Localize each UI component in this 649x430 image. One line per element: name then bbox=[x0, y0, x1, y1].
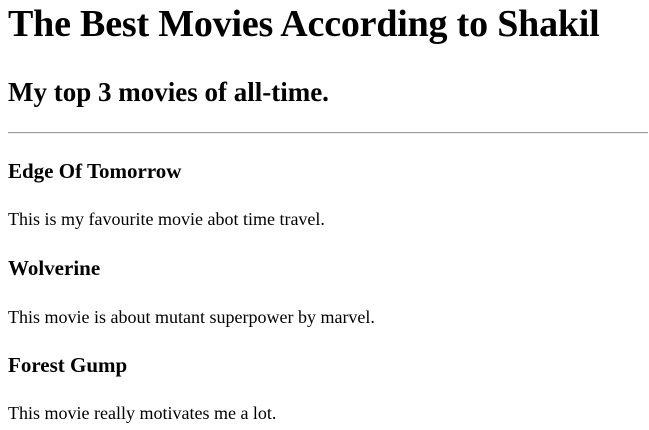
movie-description-wolverine: This movie is about mutant superpower by… bbox=[8, 307, 375, 327]
movie-title-edge-of-tomorrow: Edge Of Tomorrow bbox=[8, 159, 182, 183]
movie-title-forest-gump: Forest Gump bbox=[8, 353, 128, 377]
page-title: The Best Movies According to Shakil bbox=[8, 3, 600, 45]
page-subtitle: My top 3 movies of all-time. bbox=[8, 77, 329, 107]
movie-description-forest-gump: This movie really motivates me a lot. bbox=[8, 403, 277, 423]
movie-title-wolverine: Wolverine bbox=[8, 256, 101, 280]
section-divider bbox=[8, 132, 648, 134]
movie-description-edge-of-tomorrow: This is my favourite movie abot time tra… bbox=[8, 209, 325, 229]
